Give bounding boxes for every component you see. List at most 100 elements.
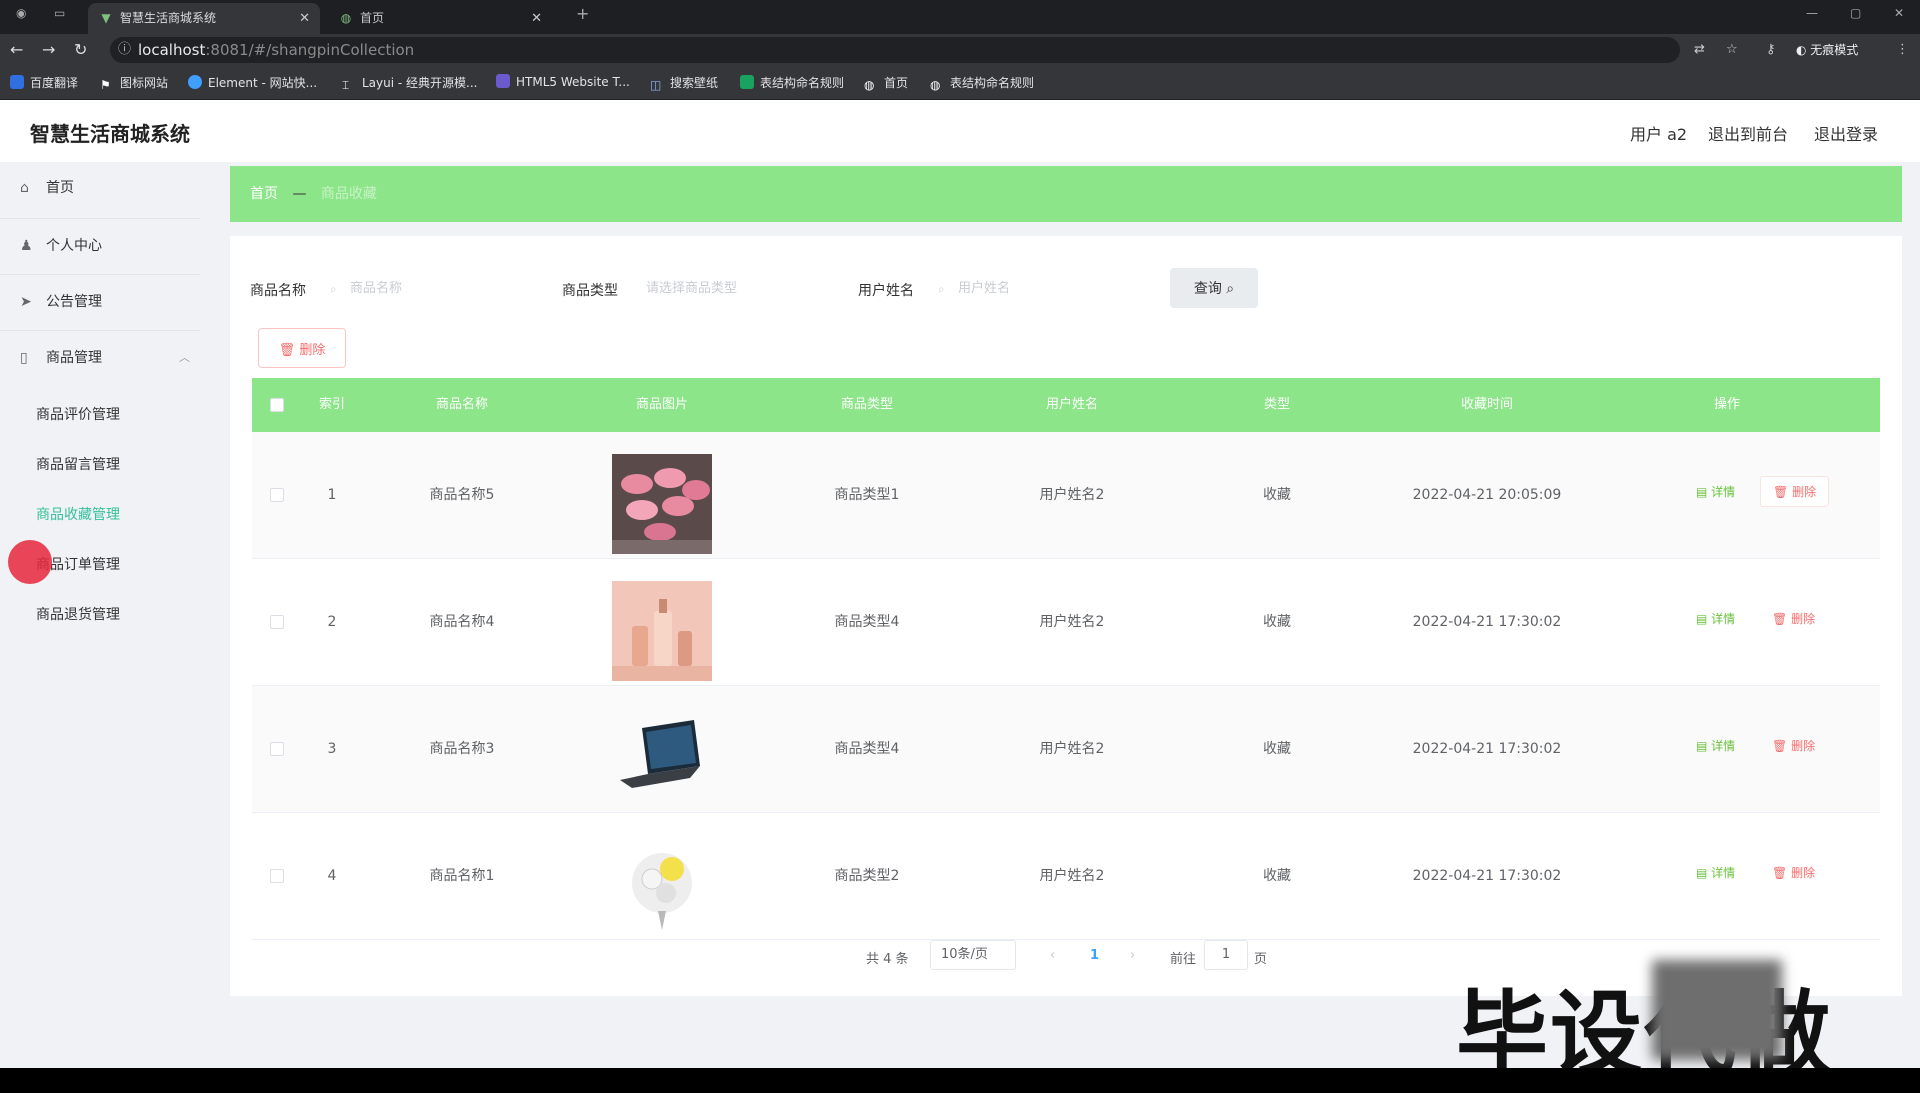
url-host: localhost bbox=[138, 41, 206, 59]
bookmark-item[interactable]: 表结构命名规则 bbox=[740, 74, 844, 91]
bookmark-label: 首页 bbox=[884, 76, 909, 90]
address-bar[interactable]: ⓘ localhost:8081/#/shangpinCollection bbox=[110, 37, 1680, 63]
incognito-indicator[interactable]: ◐ 无痕模式 bbox=[1796, 41, 1858, 58]
divider bbox=[0, 330, 200, 331]
bookmark-item[interactable]: Element - 网站快... bbox=[188, 74, 317, 91]
minimize-icon[interactable]: — bbox=[1806, 6, 1818, 20]
close-tab-icon[interactable]: ✕ bbox=[299, 3, 310, 34]
more-menu-icon[interactable]: ⋮ bbox=[1896, 42, 1909, 57]
back-icon[interactable]: ← bbox=[10, 40, 23, 59]
sidebar-item-notices[interactable]: ➤ 公告管理 bbox=[0, 276, 200, 328]
sheet-icon bbox=[740, 75, 754, 89]
bookmark-star-icon[interactable]: ☆ bbox=[1726, 42, 1738, 57]
close-tab-icon[interactable]: ✕ bbox=[531, 3, 542, 34]
reload-icon[interactable]: ↻ bbox=[74, 40, 87, 59]
cell-index: 4 bbox=[327, 868, 337, 884]
tab-search-icon[interactable]: ▭ bbox=[54, 6, 65, 20]
tab-home[interactable]: ◍ 首页 ✕ bbox=[328, 3, 552, 34]
delete-button[interactable]: 🗑 删除 bbox=[1772, 737, 1815, 754]
user-filter-input[interactable] bbox=[954, 272, 1154, 304]
cell-name: 商品名称3 bbox=[429, 741, 495, 757]
type-filter-label: 商品类型 bbox=[562, 283, 618, 299]
query-button[interactable]: 查询 ⌕ bbox=[1170, 268, 1258, 308]
table-row: 3 商品名称3 商品类型4 用户姓名2 收藏 2022-04-21 17:30:… bbox=[252, 686, 1880, 813]
baidu-translate-icon bbox=[10, 75, 24, 89]
batch-delete-label: 删除 bbox=[299, 342, 326, 358]
sidebar-sub-returns[interactable]: 商品退货管理 bbox=[36, 604, 120, 624]
page-number-current[interactable]: 1 bbox=[1090, 948, 1099, 963]
content-panel: 商品名称 ⌕ 商品类型 用户姓名 ⌕ 查询 ⌕ 🗑 删除 索引 商品名称 商品图… bbox=[230, 236, 1902, 996]
select-all-checkbox[interactable] bbox=[270, 398, 284, 412]
bookmark-label: 表结构命名规则 bbox=[950, 76, 1035, 90]
search-icon: ⌕ bbox=[330, 282, 337, 296]
maximize-icon[interactable]: ▢ bbox=[1850, 6, 1861, 20]
tab-main[interactable]: ▼ 智慧生活商城系统 ✕ bbox=[88, 3, 320, 34]
breadcrumb-home[interactable]: 首页 bbox=[250, 186, 278, 202]
main-content: 首页 — 商品收藏 商品名称 ⌕ 商品类型 用户姓名 ⌕ 查询 ⌕ 🗑 删除 bbox=[230, 166, 1902, 996]
cell-index: 2 bbox=[327, 614, 337, 630]
row-checkbox[interactable] bbox=[270, 488, 284, 502]
translate-icon[interactable]: ⇄ bbox=[1694, 42, 1705, 57]
row-checkbox[interactable] bbox=[270, 869, 284, 883]
bookmark-item[interactable]: 百度翻译 bbox=[10, 74, 78, 91]
bookmark-item[interactable]: ◍ 首页 bbox=[864, 74, 908, 92]
current-user-label[interactable]: 用户 a2 bbox=[1630, 121, 1687, 145]
bookmark-item[interactable]: ◍ 表结构命名规则 bbox=[930, 74, 1034, 92]
delete-button[interactable]: 🗑 删除 bbox=[1760, 476, 1830, 507]
bookmark-label: 百度翻译 bbox=[30, 76, 79, 90]
tab-strip: ◉ ▭ ▼ 智慧生活商城系统 ✕ ◍ 首页 ✕ + — ▢ ✕ bbox=[0, 0, 1920, 34]
cell-time: 2022-04-21 17:30:02 bbox=[1412, 614, 1562, 630]
sidebar-item-label: 公告管理 bbox=[46, 294, 102, 310]
breadcrumb-current: 商品收藏 bbox=[320, 186, 377, 202]
user-icon: ♟ bbox=[20, 238, 33, 254]
batch-delete-button[interactable]: 🗑 删除 bbox=[258, 328, 346, 368]
bookmark-item[interactable]: ◫ 搜索壁纸 bbox=[650, 74, 718, 92]
forward-icon[interactable]: → bbox=[42, 40, 55, 59]
view-button[interactable]: ▤ 详情 bbox=[1696, 483, 1735, 500]
name-filter-input[interactable] bbox=[346, 272, 546, 304]
sidebar-item-home[interactable]: ⌂ 首页 bbox=[0, 162, 200, 214]
layui-icon: ⌶ bbox=[342, 78, 350, 92]
browser-toolbar: ← → ↻ ⓘ localhost:8081/#/shangpinCollect… bbox=[0, 34, 1920, 66]
key-icon[interactable]: ⚷ bbox=[1766, 42, 1776, 57]
sidebar-item-products[interactable]: ▯ 商品管理 ︿ bbox=[0, 332, 200, 384]
browser-menu-icon[interactable]: ◉ bbox=[16, 6, 26, 20]
site-info-icon[interactable]: ⓘ bbox=[118, 37, 131, 63]
page-size-value: 10条/页 bbox=[941, 947, 988, 962]
page-size-select[interactable]: 10条/页 bbox=[930, 940, 1016, 970]
next-page-icon[interactable]: › bbox=[1130, 948, 1135, 963]
sidebar-sub-reviews[interactable]: 商品评价管理 bbox=[36, 404, 120, 424]
new-tab-icon[interactable]: + bbox=[576, 4, 589, 23]
mouse-cursor-highlight bbox=[8, 540, 52, 584]
cell-type: 商品类型2 bbox=[834, 868, 900, 884]
prev-page-icon[interactable]: ‹ bbox=[1050, 948, 1055, 963]
view-button[interactable]: ▤ 详情 bbox=[1696, 864, 1735, 881]
tab-title: 智慧生活商城系统 bbox=[120, 11, 217, 25]
goto-label: 前往 bbox=[1170, 952, 1197, 967]
cell-user: 用户姓名2 bbox=[1039, 614, 1105, 630]
view-button[interactable]: ▤ 详情 bbox=[1696, 737, 1735, 754]
row-checkbox[interactable] bbox=[270, 742, 284, 756]
trash-icon: 🗑 bbox=[278, 342, 296, 358]
bookmark-item[interactable]: ⚑ 图标网站 bbox=[100, 74, 168, 92]
bookmark-item[interactable]: HTML5 Website T... bbox=[496, 74, 630, 89]
row-checkbox[interactable] bbox=[270, 615, 284, 629]
close-window-icon[interactable]: ✕ bbox=[1894, 6, 1904, 20]
product-image bbox=[612, 835, 712, 935]
view-label: 详情 bbox=[1711, 612, 1736, 626]
cell-time: 2022-04-21 20:05:09 bbox=[1412, 487, 1562, 503]
trash-icon: 🗑 bbox=[1773, 485, 1789, 499]
view-label: 详情 bbox=[1711, 739, 1736, 753]
sidebar-sub-messages[interactable]: 商品留言管理 bbox=[36, 454, 120, 474]
sidebar-sub-collections[interactable]: 商品收藏管理 bbox=[36, 504, 120, 524]
type-filter-select[interactable] bbox=[642, 272, 842, 304]
goto-page-input[interactable]: 1 bbox=[1204, 940, 1248, 970]
logout-link[interactable]: 退出登录 bbox=[1814, 121, 1878, 145]
sidebar-item-profile[interactable]: ♟ 个人中心 bbox=[0, 220, 200, 272]
back-to-front-link[interactable]: 退出到前台 bbox=[1708, 121, 1788, 145]
product-image bbox=[612, 581, 712, 681]
view-button[interactable]: ▤ 详情 bbox=[1696, 610, 1735, 627]
delete-button[interactable]: 🗑 删除 bbox=[1772, 864, 1815, 881]
delete-button[interactable]: 🗑 删除 bbox=[1772, 610, 1815, 627]
bookmark-item[interactable]: ⌶ Layui - 经典开源模... bbox=[342, 74, 477, 92]
